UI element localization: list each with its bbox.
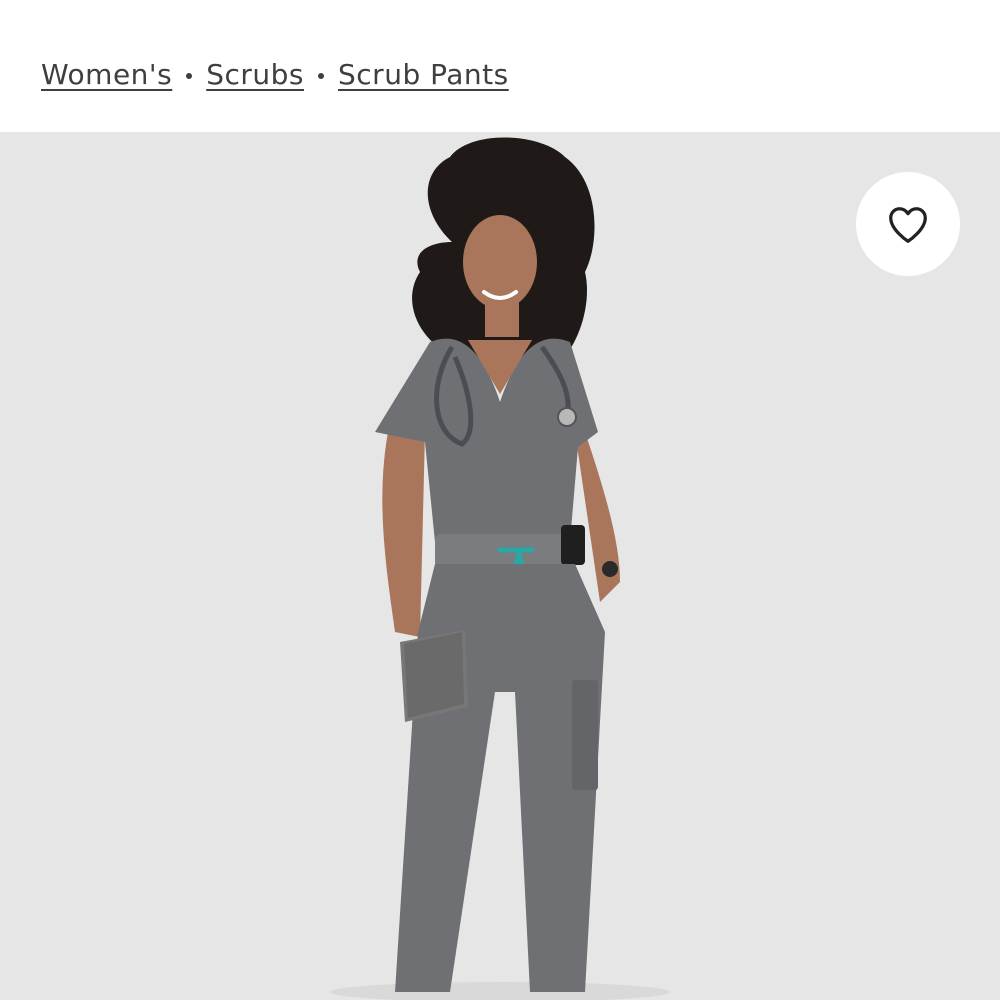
product-image[interactable] (0, 132, 1000, 1000)
breadcrumb-separator (186, 72, 193, 79)
favorite-button[interactable] (856, 172, 960, 276)
model-photo (330, 137, 670, 1000)
breadcrumb-separator (318, 72, 325, 79)
breadcrumb-link-scrub-pants[interactable]: Scrub Pants (338, 58, 509, 91)
breadcrumb-link-scrubs[interactable]: Scrubs (206, 58, 304, 91)
product-page: Women's Scrubs Scrub Pants (0, 0, 1000, 1000)
breadcrumb: Women's Scrubs Scrub Pants (41, 58, 509, 91)
breadcrumb-link-womens[interactable]: Women's (41, 58, 172, 91)
heart-outline-icon (889, 207, 927, 243)
